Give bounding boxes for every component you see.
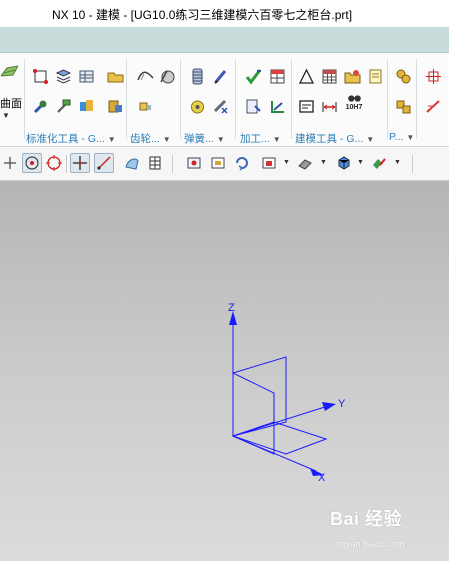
watermark-url: jingyan.baidu.com (332, 539, 405, 549)
spring-remove-icon[interactable] (211, 97, 230, 116)
xy-plane (231, 421, 328, 455)
spring-coil-icon[interactable] (188, 67, 207, 86)
chevron-down-icon[interactable]: ▼ (366, 135, 374, 144)
gold-assembly-icon[interactable] (394, 97, 413, 116)
crosshair-partial-icon[interactable] (0, 153, 20, 173)
chevron-down-icon[interactable]: ▼ (2, 111, 10, 120)
x-axis-label: X (318, 472, 326, 484)
shade-mode-icon[interactable] (295, 153, 315, 173)
chevron-down-icon[interactable]: ▼ (163, 135, 171, 144)
point-set-icon[interactable] (31, 67, 50, 86)
view-frame-icon[interactable] (184, 153, 204, 173)
title-bar: NX 10 - 建模 - [UG10.0练习三维建模六百零七之柜台.prt] (0, 0, 449, 27)
group-label-machining[interactable]: 加工... ▼ (240, 131, 281, 146)
ribbon-tab-strip (0, 27, 449, 53)
datum-red-icon[interactable] (424, 67, 443, 86)
gear-part-icon[interactable] (136, 97, 155, 116)
group-label-standard-tools[interactable]: 标准化工具 - G... ▼ (26, 131, 116, 146)
selection-toolbar: ▼ ▼ ▼ ▼ (0, 147, 449, 181)
triangle-icon[interactable] (297, 67, 316, 86)
stack-book-icon[interactable] (106, 97, 125, 116)
group-label-modeling-tools[interactable]: 建模工具 - G... ▼ (295, 131, 374, 146)
surface-label[interactable]: 曲面 (0, 95, 22, 111)
z-axis-label: Z (228, 302, 235, 314)
gear-profile-icon[interactable] (158, 67, 177, 86)
surface-icon[interactable] (0, 63, 19, 82)
note-icon[interactable] (366, 67, 385, 86)
check-mark-icon[interactable] (244, 67, 263, 86)
process-sheet-icon[interactable] (244, 97, 263, 116)
fit-view-icon[interactable] (208, 153, 228, 173)
y-arrow-icon (322, 402, 336, 411)
folder-link-icon[interactable] (106, 67, 125, 86)
blue-tool-icon[interactable] (31, 97, 50, 116)
coordinate-triad: Z Y X (228, 302, 346, 484)
tolerance-fit-icon[interactable]: 10H7 (343, 93, 365, 112)
spring-pen-icon[interactable] (211, 67, 230, 86)
face-select-icon[interactable] (122, 153, 142, 173)
ribbon: 曲面 ▼ 标准化工具 - G... ▼ 齿轮... ▼ 弹簧... ▼ 加工..… (0, 53, 449, 147)
machining-axis-icon[interactable] (268, 97, 287, 116)
solid-cube-icon[interactable] (334, 153, 354, 173)
group-label-spring[interactable]: 弹簧... ▼ (184, 131, 225, 146)
window-title: NX 10 - 建模 - [UG10.0练习三维建模六百零七之柜台.prt] (52, 8, 353, 22)
chevron-down-icon[interactable]: ▼ (320, 159, 327, 166)
red-text-icon[interactable] (424, 97, 443, 116)
gear-curve-icon[interactable] (136, 67, 155, 86)
folder-star-icon[interactable] (343, 67, 362, 86)
gold-parts-icon[interactable] (394, 67, 413, 86)
dimension-arrow-icon[interactable] (320, 97, 339, 116)
table-grid-icon[interactable] (77, 67, 96, 86)
watermark-brand: Bai 经验 (330, 509, 403, 529)
layers-icon[interactable] (54, 67, 73, 86)
graphics-viewport[interactable]: Z Y X (0, 181, 449, 561)
green-hammer-icon[interactable] (54, 97, 73, 116)
snap-curve-icon[interactable] (94, 153, 114, 173)
chevron-down-icon[interactable]: ▼ (394, 159, 401, 166)
chevron-down-icon[interactable]: ▼ (273, 135, 281, 144)
group-label-p[interactable]: P... ▼ (389, 131, 414, 143)
table-measure-icon[interactable] (268, 67, 287, 86)
chevron-down-icon[interactable]: ▼ (283, 159, 290, 166)
chevron-down-icon[interactable]: ▼ (108, 135, 116, 144)
chevron-down-icon[interactable]: ▼ (406, 133, 414, 142)
tolerance-text: 10H7 (345, 104, 363, 111)
snap-intersection-icon[interactable] (70, 153, 90, 173)
chevron-down-icon[interactable]: ▼ (217, 135, 225, 144)
render-mode-icon[interactable] (259, 153, 279, 173)
xz-plane (232, 372, 275, 455)
document-lines-icon[interactable] (297, 97, 316, 116)
grid-select-icon[interactable] (145, 153, 165, 173)
y-axis-label: Y (338, 398, 346, 410)
watermark: Bai 经验 jingyan.baidu.com (330, 505, 445, 555)
yz-plane (232, 356, 287, 437)
group-label-gear[interactable]: 齿轮... ▼ (130, 131, 171, 146)
color-edit-icon[interactable] (369, 153, 389, 173)
spring-drum-icon[interactable] (188, 97, 207, 116)
snap-center-icon[interactable] (22, 153, 42, 173)
grid-table-icon[interactable] (320, 67, 339, 86)
chevron-down-icon[interactable]: ▼ (357, 159, 364, 166)
color-blocks-icon[interactable] (77, 97, 96, 116)
rotate-view-icon[interactable] (232, 153, 252, 173)
snap-quadrant-icon[interactable] (44, 153, 64, 173)
